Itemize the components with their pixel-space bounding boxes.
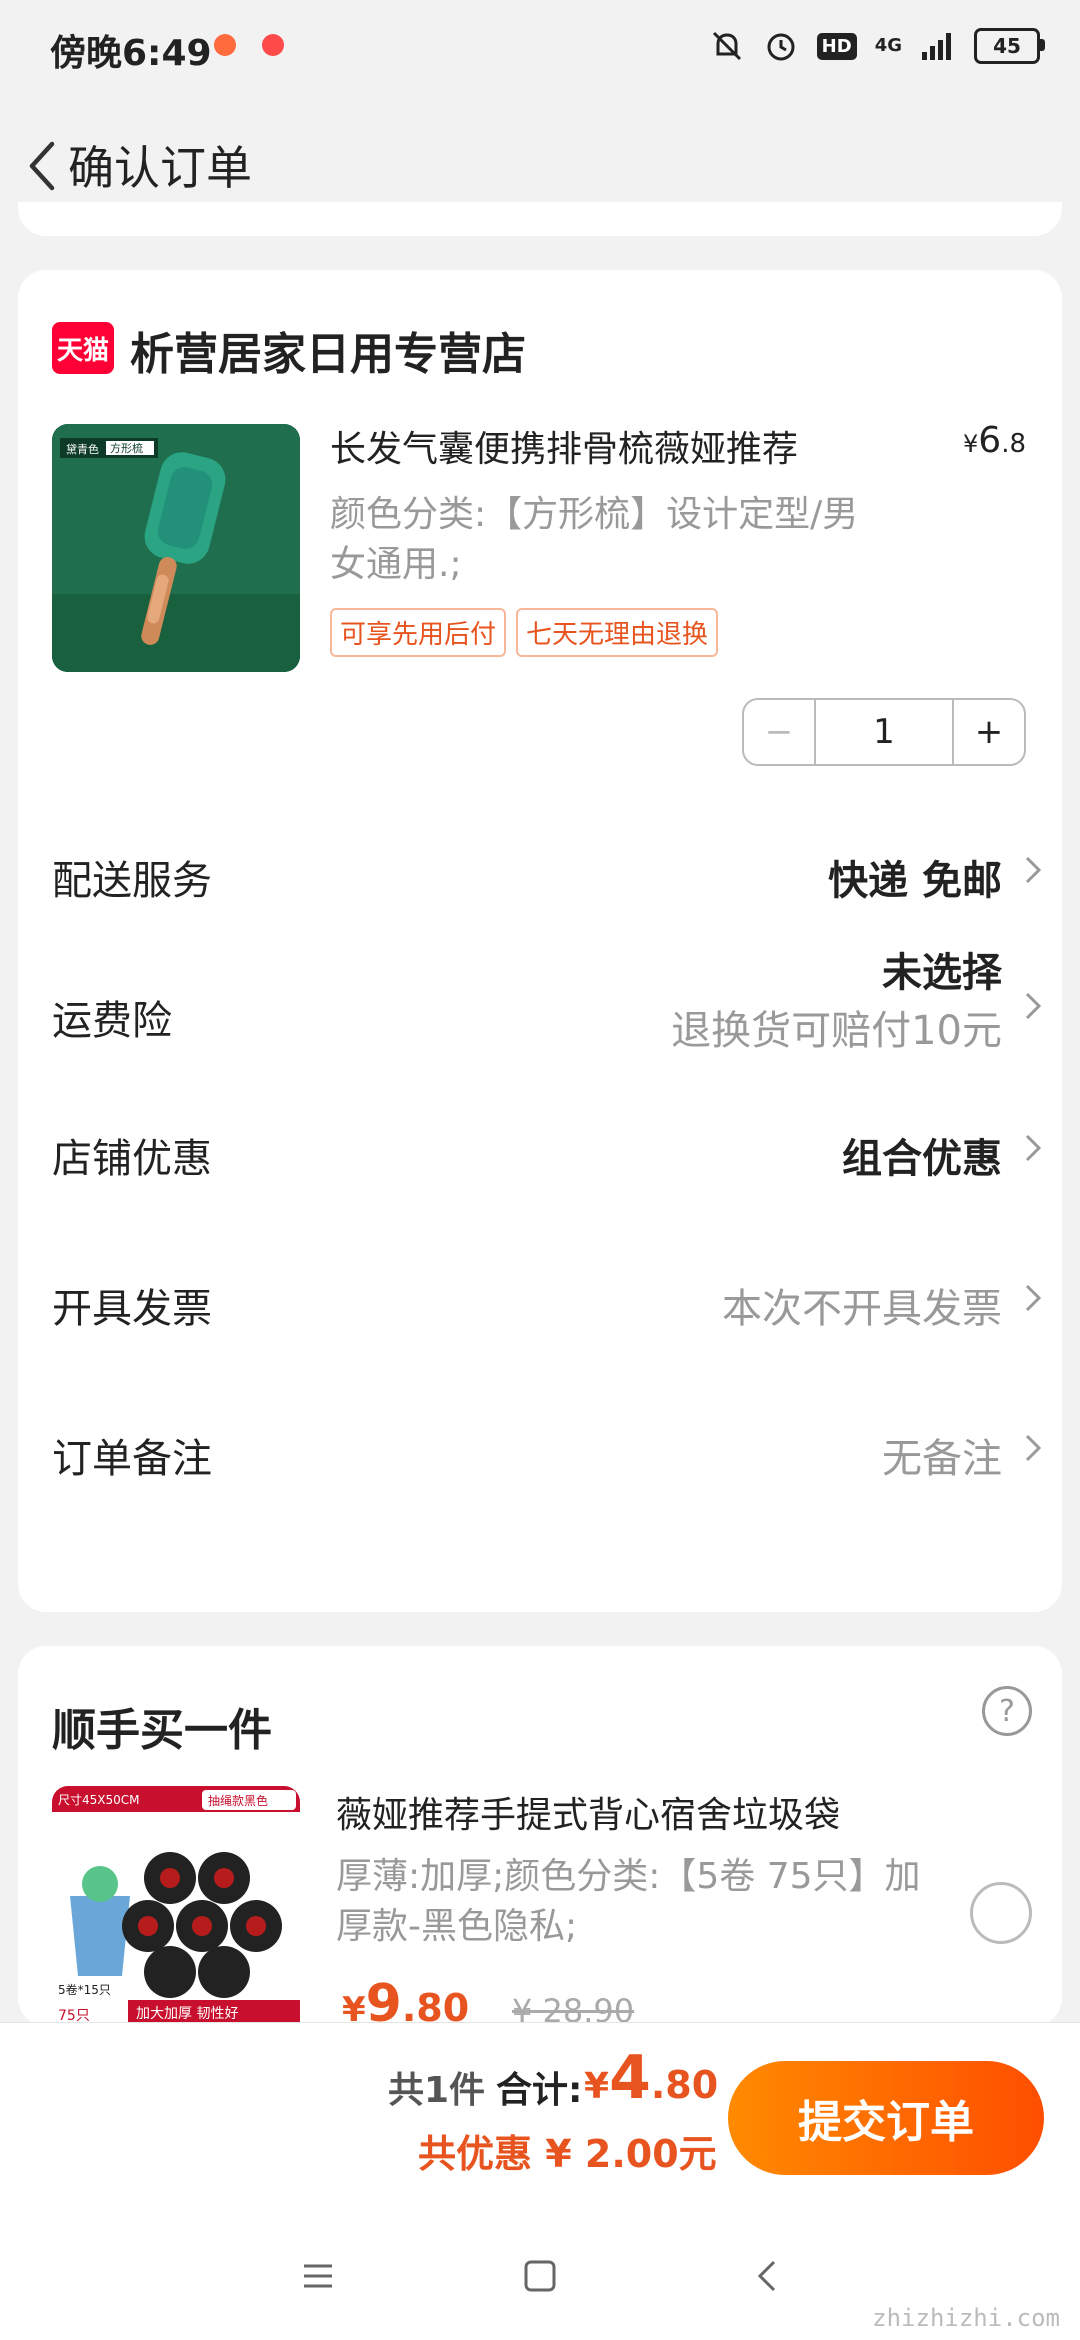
address-card-edge <box>18 202 1062 236</box>
row-delivery[interactable]: 配送服务 快递 免邮 <box>52 810 1048 930</box>
tag-seven-day-return: 七天无理由退换 <box>516 608 719 657</box>
back-icon[interactable] <box>16 130 76 200</box>
tag-pay-later: 可享先用后付 <box>330 608 507 657</box>
service-tags: 可享先用后付 七天无理由退换 <box>330 608 719 657</box>
row-value: 本次不开具发票 <box>722 1286 1002 1332</box>
item-count: 共1件 <box>388 2070 486 2111</box>
addon-product-image[interactable]: 尺寸45X50CM 抽绳款黑色 5卷*15只 加大加厚 韧性好 75只 <box>52 1786 300 2026</box>
store-name[interactable]: 析营居家日用专营店 <box>130 318 526 382</box>
row-value: 未选择 <box>882 950 1002 996</box>
row-label: 店铺优惠 <box>52 1136 212 1182</box>
product-image[interactable]: 黛青色 方形梳 <box>52 424 300 672</box>
product-image-type-label: 方形梳 <box>110 441 143 455</box>
row-label: 运费险 <box>52 998 172 1044</box>
total-price: ¥4.80 <box>584 2043 719 2113</box>
product-spec[interactable]: 颜色分类:【方形梳】设计定型/男女通用.; <box>330 490 890 590</box>
row-label: 配送服务 <box>52 858 212 904</box>
row-invoice[interactable]: 开具发票 本次不开具发票 <box>52 1238 1048 1358</box>
row-label: 开具发票 <box>52 1286 212 1332</box>
addon-card: 顺手买一件 ? 尺寸45X50CM 抽绳款黑色 5卷*15只 加大加厚 韧性好 … <box>18 1646 1062 2034</box>
chevron-right-icon <box>1025 992 1042 1020</box>
back-nav-icon[interactable] <box>744 2252 792 2300</box>
addon-image-banner: 加大加厚 韧性好 <box>136 2006 238 2022</box>
menu-icon[interactable] <box>294 2252 342 2300</box>
help-icon[interactable]: ? <box>982 1686 1032 1736</box>
row-store-discount[interactable]: 店铺优惠 组合优惠 <box>52 1088 1048 1208</box>
notification-icon <box>214 34 236 56</box>
addon-image-type-label: 抽绳款黑色 <box>208 1794 268 1808</box>
system-nav-bar: zhizhizhi.com <box>0 2210 1080 2340</box>
quantity-increase-button[interactable]: + <box>952 700 1024 764</box>
submit-order-button[interactable]: 提交订单 <box>728 2061 1044 2175</box>
product-title[interactable]: 长发气囊便携排骨梳薇娅推荐 <box>330 420 890 472</box>
addon-product-spec: 厚薄:加厚;颜色分类:【5卷 75只】加厚款-黑色隐私; <box>336 1856 921 1947</box>
alarm-icon <box>767 33 795 61</box>
watermark: zhizhizhi.com <box>872 2304 1060 2332</box>
status-icons: HD 4G 45 <box>709 22 1045 70</box>
quantity-decrease-button[interactable]: − <box>744 700 816 764</box>
total-label: 合计: <box>496 2070 583 2111</box>
page-title: 确认订单 <box>68 141 252 195</box>
battery-icon: 45 <box>974 28 1045 64</box>
product-price: ¥6.8 <box>963 420 1026 461</box>
store-order-card: 天猫 析营居家日用专营店 黛青色 方形梳 长发气囊便携排骨梳薇娅推荐 ¥6.8 … <box>18 270 1062 1612</box>
product-image-color-label: 黛青色 <box>66 442 99 456</box>
addon-select-radio[interactable] <box>970 1882 1032 1944</box>
addon-image-size-label: 尺寸45X50CM <box>58 1793 140 1807</box>
signal-icon <box>922 33 951 60</box>
notification-icon <box>262 34 284 56</box>
network-label: 4G <box>874 35 902 56</box>
chevron-right-icon <box>1025 1434 1042 1462</box>
addon-image-count-label: 5卷*15只 <box>58 1982 111 1997</box>
status-bar: 傍晚6:49 HD 4G 45 <box>0 0 1080 96</box>
row-value: 无备注 <box>882 1436 1002 1482</box>
chevron-right-icon <box>1025 856 1042 884</box>
status-time: 傍晚6:49 <box>50 33 212 74</box>
row-shipping-insurance[interactable]: 运费险 未选择 退换货可赔付10元 <box>52 930 1048 1080</box>
discount-summary: 共优惠 ¥ 2.00元 <box>418 2132 717 2176</box>
quantity-stepper: − 1 + <box>742 698 1026 766</box>
checkout-bar: 共1件 合计: ¥4.80 共优惠 ¥ 2.00元 提交订单 <box>0 2022 1080 2211</box>
chevron-right-icon <box>1025 1134 1042 1162</box>
addon-product-name[interactable]: 薇娅推荐手提式背心宿舍垃圾袋 <box>336 1786 840 1838</box>
hd-badge: HD <box>816 32 857 60</box>
row-value: 快递 免邮 <box>828 858 1002 904</box>
mute-bell-icon <box>712 31 741 61</box>
tmall-logo: 天猫 <box>52 322 114 374</box>
row-label: 订单备注 <box>52 1436 212 1482</box>
chevron-right-icon <box>1025 1284 1042 1312</box>
row-order-note[interactable]: 订单备注 无备注 <box>52 1388 1048 1508</box>
addon-title: 顺手买一件 <box>52 1705 272 1756</box>
row-value: 组合优惠 <box>842 1136 1002 1182</box>
home-icon[interactable] <box>516 2252 564 2300</box>
quantity-input[interactable]: 1 <box>816 700 952 764</box>
row-subvalue: 退换货可赔付10元 <box>671 1008 1002 1054</box>
